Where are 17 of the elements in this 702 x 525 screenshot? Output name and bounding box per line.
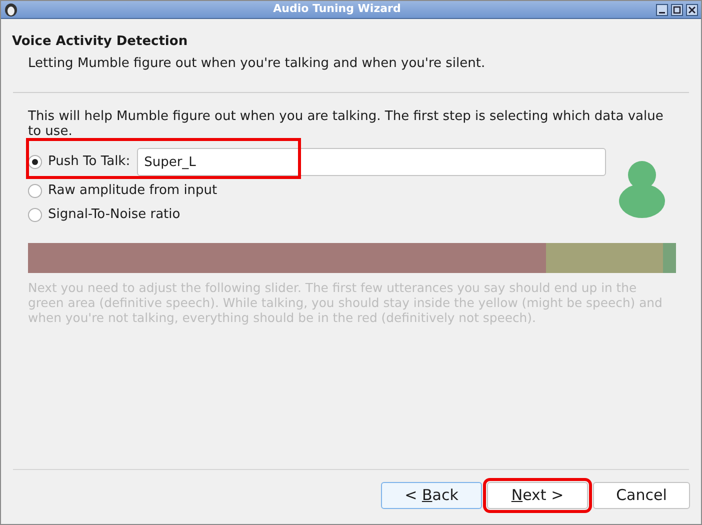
page-title: Voice Activity Detection (12, 33, 189, 51)
person-icon (618, 161, 666, 218)
wizard-button[interactable]: < Back (381, 482, 482, 509)
wizard-button[interactable]: Cancel (593, 482, 690, 509)
shortcut-field[interactable]: Super_L (137, 148, 606, 176)
option-label[interactable]: Signal-To-Noise ratio (48, 205, 180, 225)
maximize-icon[interactable] (671, 4, 683, 16)
option-label[interactable]: Raw amplitude from input (48, 181, 218, 201)
radio-button[interactable] (28, 184, 42, 198)
window-title: Audio Tuning Wizard (272, 1, 402, 18)
page-subtitle: Letting Mumble figure out when you're talking and when you're silent. (27, 54, 486, 72)
close-icon[interactable] (686, 4, 698, 16)
radio-button[interactable] (28, 208, 42, 222)
minimize-icon[interactable] (656, 4, 668, 16)
intro-text: This will help Mumble figure out when you are talking. The first step is selecting which data value to use. (28, 109, 664, 139)
radio-button[interactable] (28, 155, 42, 169)
option-label[interactable]: Push To Talk: (48, 152, 130, 172)
